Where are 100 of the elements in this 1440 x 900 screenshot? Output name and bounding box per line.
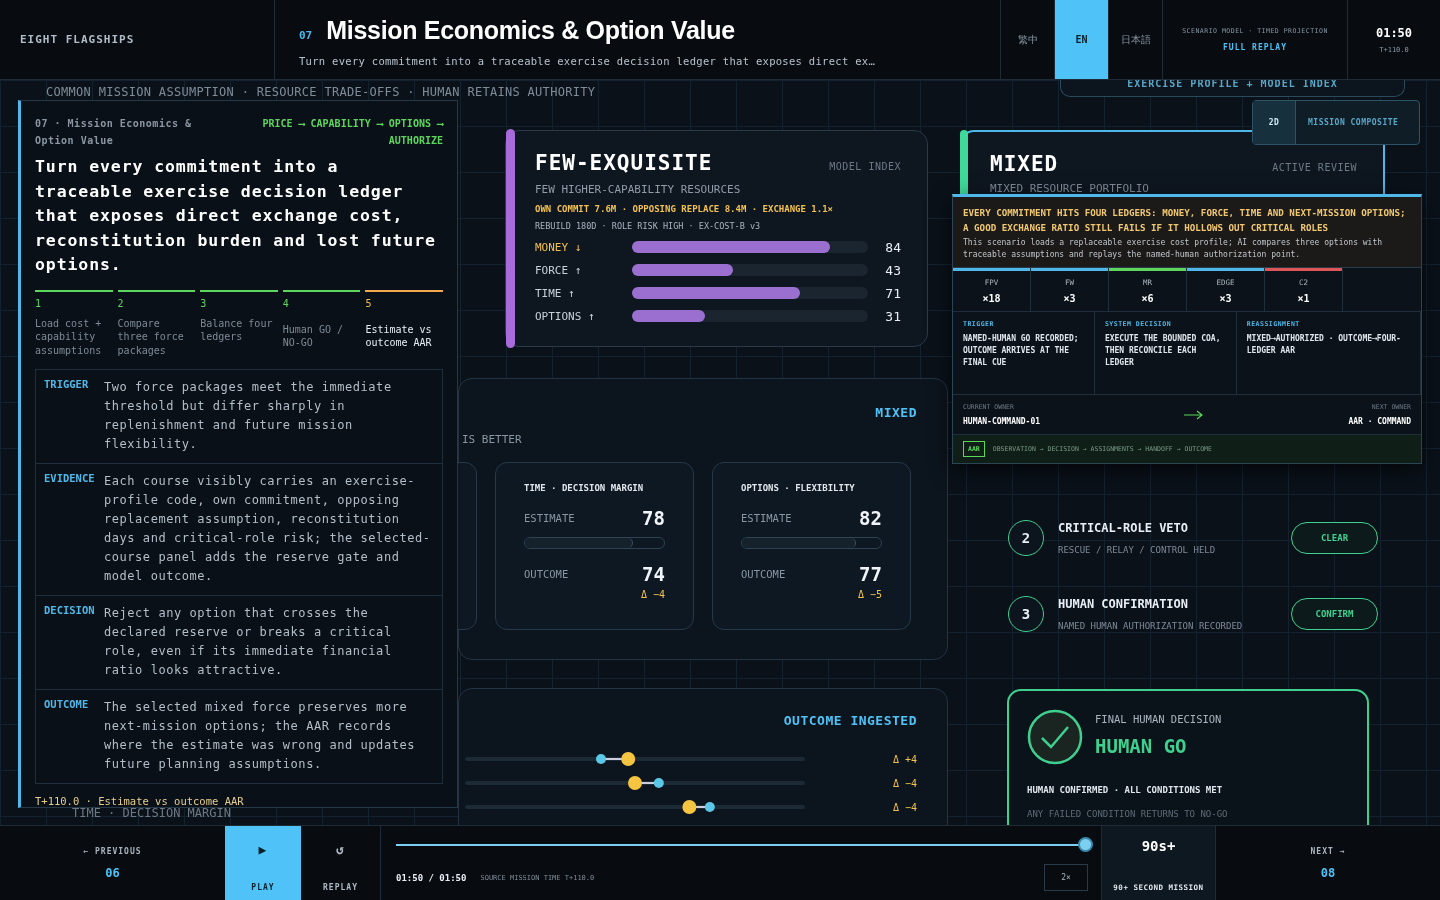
decision-status: HUMAN CONFIRMED · ALL CONDITIONS MET	[1027, 785, 1224, 795]
ledger-value: 31	[885, 308, 901, 324]
ledger-value: 43	[885, 262, 901, 278]
section-tag: OUTCOME	[44, 698, 104, 774]
delta-value: Δ −4	[892, 777, 917, 789]
owner-value: AAR · COMMAND	[1348, 417, 1411, 426]
brief-flow: PRICE ⟶ CAPABILITY ⟶ OPTIONS ⟶ AUTHORIZE	[261, 117, 443, 148]
section-tag: EVIDENCE	[44, 472, 104, 586]
replay-button[interactable]: ↺ REPLAY	[301, 826, 381, 900]
option-tag: ACTIVE REVIEW	[1272, 162, 1357, 173]
comparison-caption: IS BETTER	[462, 433, 523, 446]
option-tag: MODEL INDEX	[829, 161, 901, 172]
check-title: HUMAN CONFIRMATION	[1058, 597, 1190, 611]
back-link[interactable]: EIGHT FLAGSHIPS	[0, 0, 275, 79]
step-label: Compare three force packages	[117, 316, 185, 357]
option-subtitle: MIXED RESOURCE PORTFOLIO	[990, 182, 1150, 195]
delta-value: Δ −5	[856, 589, 882, 600]
chapter-number: 07	[299, 29, 313, 42]
ledger-label: OPTIONS ↑	[535, 309, 596, 323]
ledger-value: 71	[885, 285, 901, 301]
asset-count: ×6	[1141, 293, 1154, 304]
ledger-value: 84	[885, 239, 901, 255]
outcome-label: OUTCOME	[741, 568, 786, 580]
metric-title: OPTIONS · FLEXIBILITY	[741, 483, 856, 493]
step-label: Human GO / NO-GO	[282, 322, 344, 350]
estimate-label: ESTIMATE	[741, 512, 792, 524]
popover-headline: EVERY COMMITMENT HITS FOUR LEDGERS: MONEY, FORCE, TIME AND NEXT-MISSION OPTIONS; A GOOD EXCHANGE RATIO STILL FAILS IF IT HOLLOWS OUT CRITICAL ROLES	[963, 206, 1407, 235]
decision-caption: FINAL HUMAN DECISION	[1095, 713, 1222, 725]
owner-value: HUMAN-COMMAND-01	[963, 417, 1041, 426]
column-text: MIXED⟶AUTHORIZED · OUTCOME⟶FOUR-LEDGER AAR	[1246, 333, 1402, 357]
estimate-value: 82	[859, 507, 882, 529]
decision-note: ANY FAILED CONDITION RETURNS TO NO-GO	[1027, 809, 1229, 819]
decision-verdict: HUMAN GO	[1095, 735, 1188, 757]
delta-value: Δ +4	[892, 753, 917, 765]
brief-footer: T+110.0 · Estimate vs outcome AAR	[35, 795, 443, 807]
step-label: Balance four ledgers	[200, 316, 274, 344]
view-tab[interactable]: MISSION COMPOSITE	[1296, 101, 1411, 144]
replay-icon: ↺	[336, 842, 345, 857]
ingest-heading: OUTCOME INGESTED	[782, 713, 917, 728]
step-number: 2	[117, 297, 125, 309]
delta-value: Δ −4	[892, 801, 917, 813]
cost-summary: OWN COMMIT 7.6M · OPPOSING REPLACE 8.4M · EXCHANGE 1.1×	[535, 204, 834, 214]
previous-link[interactable]: ← PREVIOUS	[83, 846, 142, 856]
next-link[interactable]: NEXT →	[1310, 846, 1346, 856]
check-button[interactable]: CONFIRM	[1291, 598, 1378, 630]
assumption-label: COMMON MISSION ASSUMPTION · RESOURCE TRADE-OFFS · HUMAN RETAINS AUTHORITY	[46, 85, 596, 99]
arrow-icon	[1184, 409, 1205, 420]
playback-time: 01:50 / 01:50	[396, 872, 467, 883]
play-icon: ▶	[258, 842, 268, 857]
asset-count: ×18	[982, 293, 1001, 304]
outcome-value: 74	[642, 563, 665, 585]
duration-value: 90s+	[1141, 838, 1176, 854]
clock-time: 01:50	[1375, 25, 1413, 40]
check-detail: RESCUE / RELAY / CONTROL HELD	[1058, 545, 1217, 555]
step-number: 4	[282, 297, 290, 309]
chapter-number: 08	[1320, 865, 1336, 880]
language-tab[interactable]: EN	[1055, 0, 1109, 79]
column-text: EXECUTE THE BOUNDED COA, THEN RECONCILE EACH LEDGER	[1104, 333, 1222, 369]
step-label: Load cost + capability assumptions	[35, 316, 103, 357]
asset-count: ×1	[1297, 293, 1310, 304]
step-label: Estimate vs outcome AAR	[365, 322, 433, 350]
checkmark-icon	[1027, 709, 1083, 765]
view-tab[interactable]: 2D	[1253, 101, 1296, 144]
estimate-value: 78	[642, 507, 665, 529]
section-text: Two force packages meet the immediate threshold but differ sharply in replenishment and future mission flexibility.	[104, 379, 393, 453]
section-tag: DECISION	[44, 604, 104, 680]
step-number: 5	[365, 297, 373, 309]
metric-title: TIME · DECISION MARGIN	[524, 483, 645, 493]
estimate-label: ESTIMATE	[524, 512, 575, 524]
popover-text: This scenario loads a replaceable exercise cost profile; AI compares three options with traceable assumptions and replays the named-human authorization point.	[963, 237, 1384, 261]
timeline-thumb[interactable]	[1078, 837, 1093, 852]
play-button[interactable]: ▶ PLAY	[225, 826, 301, 900]
page-title: Mission Economics & Option Value	[326, 16, 735, 45]
chapter-number: 06	[105, 865, 120, 880]
option-subtitle: FEW HIGHER-CAPABILITY RESOURCES	[535, 183, 742, 196]
ledger-label: MONEY ↓	[535, 240, 583, 254]
step-number: 3	[1008, 596, 1044, 632]
section-text: The selected mixed force preserves more next-mission options; the AAR records where the estimate was wrong and updates future planning assumptions.	[104, 699, 416, 773]
brief-headline: Turn every commitment into a traceable exercise decision ledger that exposes direct exchange cost, reconstitution burden and lost future options.	[35, 156, 437, 276]
section-tag: TRIGGER	[44, 378, 104, 454]
speed-button[interactable]: 2×	[1044, 864, 1088, 891]
profile-tab[interactable]: EXERCISE PROFILE + MODEL INDEX	[1060, 80, 1405, 97]
check-button[interactable]: CLEAR	[1291, 522, 1378, 554]
mode-value: FULL REPLAY	[1223, 43, 1287, 52]
outcome-label: OUTCOME	[524, 568, 569, 580]
step-number: 3	[200, 297, 208, 309]
delta-value: Δ −4	[639, 589, 665, 600]
asset-count: ×3	[1219, 293, 1232, 304]
option-name: FEW-EXQUISITE	[535, 151, 713, 175]
option-name: MIXED	[990, 152, 1059, 176]
brief-kicker: 07 · Mission Economics & Option Value	[35, 117, 193, 148]
asset-count: ×3	[1063, 293, 1076, 304]
page-subtitle: Turn every commitment into a traceable exercise decision ledger that exposes direct ex…	[299, 55, 877, 67]
check-title: CRITICAL-ROLE VETO	[1058, 521, 1190, 535]
section-text: Each course visibly carries an exercise-profile code, own commitment, opposing replacement assumption, reconstitution days and critical-role risk; the selected-course panel adds the reserve gate and model outcome.	[104, 473, 432, 585]
comparison-heading: MIXED	[874, 405, 917, 420]
ledger-label: TIME ↑	[535, 286, 576, 300]
section-text: Reject any option that crosses the declared reserve or breaks a critical role, even if its immediate financial ratio looks attractive.	[104, 605, 393, 679]
check-detail: NAMED HUMAN AUTHORIZATION RECORDED	[1058, 621, 1244, 631]
language-tab[interactable]: 日本語	[1109, 0, 1163, 79]
